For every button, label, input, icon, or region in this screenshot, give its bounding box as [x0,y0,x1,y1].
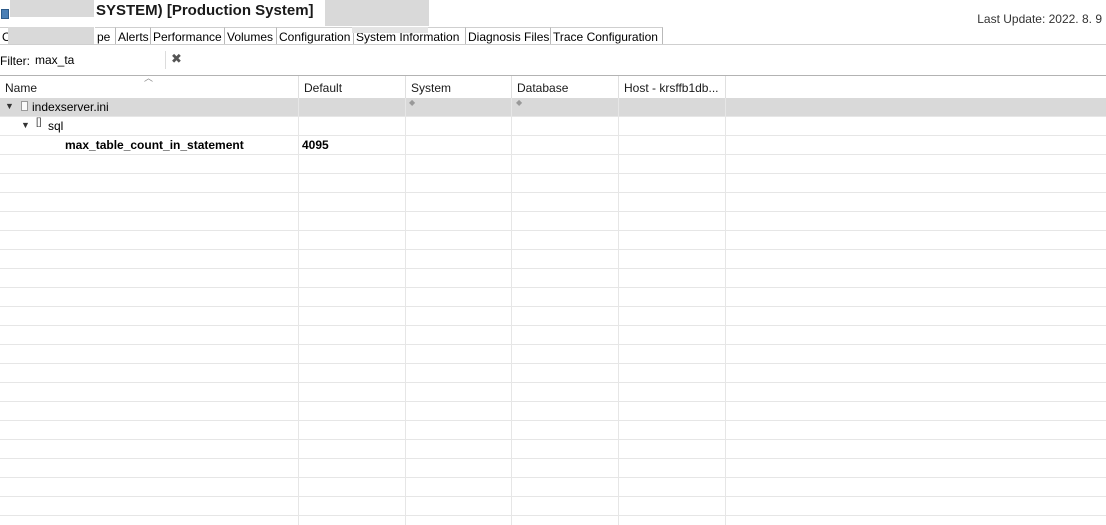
filter-input[interactable] [33,51,166,69]
table-row [0,497,1106,516]
parameter-default-value: 4095 [302,138,329,152]
column-divider [618,98,619,525]
parameter-name: max_table_count_in_statement [65,138,244,152]
table-row [0,307,1106,326]
table-row [0,326,1106,345]
redacted-region [8,27,94,45]
table-row [0,421,1106,440]
tab-alerts[interactable]: Alerts [116,27,151,45]
column-header-name[interactable]: ︿ Name [0,76,299,98]
table-row [0,440,1106,459]
redacted-region [325,0,429,26]
filter-label: Filter: [0,54,30,68]
table-row [0,231,1106,250]
database-marker: ◆ [516,98,523,107]
sort-caret-icon: ︿ [144,76,154,83]
table-row [0,174,1106,193]
tree-row-ini-file[interactable]: ▼ indexserver.ini ◆ ◆ [0,98,1106,117]
table-row [0,155,1106,174]
tab-volumes[interactable]: Volumes [225,27,277,45]
column-header-system[interactable]: System [406,76,512,98]
last-update-text: Last Update: 2022. 8. 9 [977,12,1102,26]
table-row [0,364,1106,383]
tab-divider [0,44,1106,45]
table-row [0,269,1106,288]
app-icon [1,9,9,19]
chevron-down-icon[interactable]: ▼ [21,120,30,130]
table-row [0,288,1106,307]
system-marker: ◆ [409,98,416,107]
configuration-table: ︿ Name Default System Database Host - kr… [0,76,1106,525]
title-bar: SYSTEM) [Production System] Last Update:… [0,0,1106,26]
table-row [0,212,1106,231]
tab-configuration[interactable]: Configuration [277,27,354,45]
tab-landscape[interactable]: pe [95,27,116,45]
table-row [0,402,1106,421]
table-row [0,459,1106,478]
section-name: sql [48,119,64,133]
tree-row-parameter[interactable]: max_table_count_in_statement 4095 [0,136,1106,155]
column-header-name-label: Name [5,81,38,95]
file-icon [21,101,28,111]
column-header-host[interactable]: Host - krsffb1db... [619,76,726,98]
column-divider [405,98,406,525]
tab-bar: O pe Alerts Performance Volumes Configur… [0,27,1106,45]
table-row [0,478,1106,497]
column-divider [511,98,512,525]
table-row [0,516,1106,525]
column-header-default[interactable]: Default [299,76,406,98]
tree-row-section[interactable]: ▼ [] sql [0,117,1106,136]
redacted-region [352,27,428,33]
section-icon: [] [36,117,42,128]
column-divider [725,98,726,525]
close-icon[interactable]: ✖ [171,51,182,67]
column-divider [298,98,299,525]
column-header-database[interactable]: Database [512,76,619,98]
filter-bar: Filter: ✖ [0,46,1106,74]
table-row [0,345,1106,364]
ini-file-name: indexserver.ini [32,100,109,114]
tab-diagnosis-files[interactable]: Diagnosis Files [466,27,551,45]
tab-performance[interactable]: Performance [151,27,225,45]
table-row [0,193,1106,212]
redacted-region [10,0,94,17]
window-title: SYSTEM) [Production System] [96,2,314,19]
table-row [0,250,1106,269]
chevron-down-icon[interactable]: ▼ [5,101,14,111]
tab-trace-configuration[interactable]: Trace Configuration [551,27,663,45]
table-row [0,383,1106,402]
